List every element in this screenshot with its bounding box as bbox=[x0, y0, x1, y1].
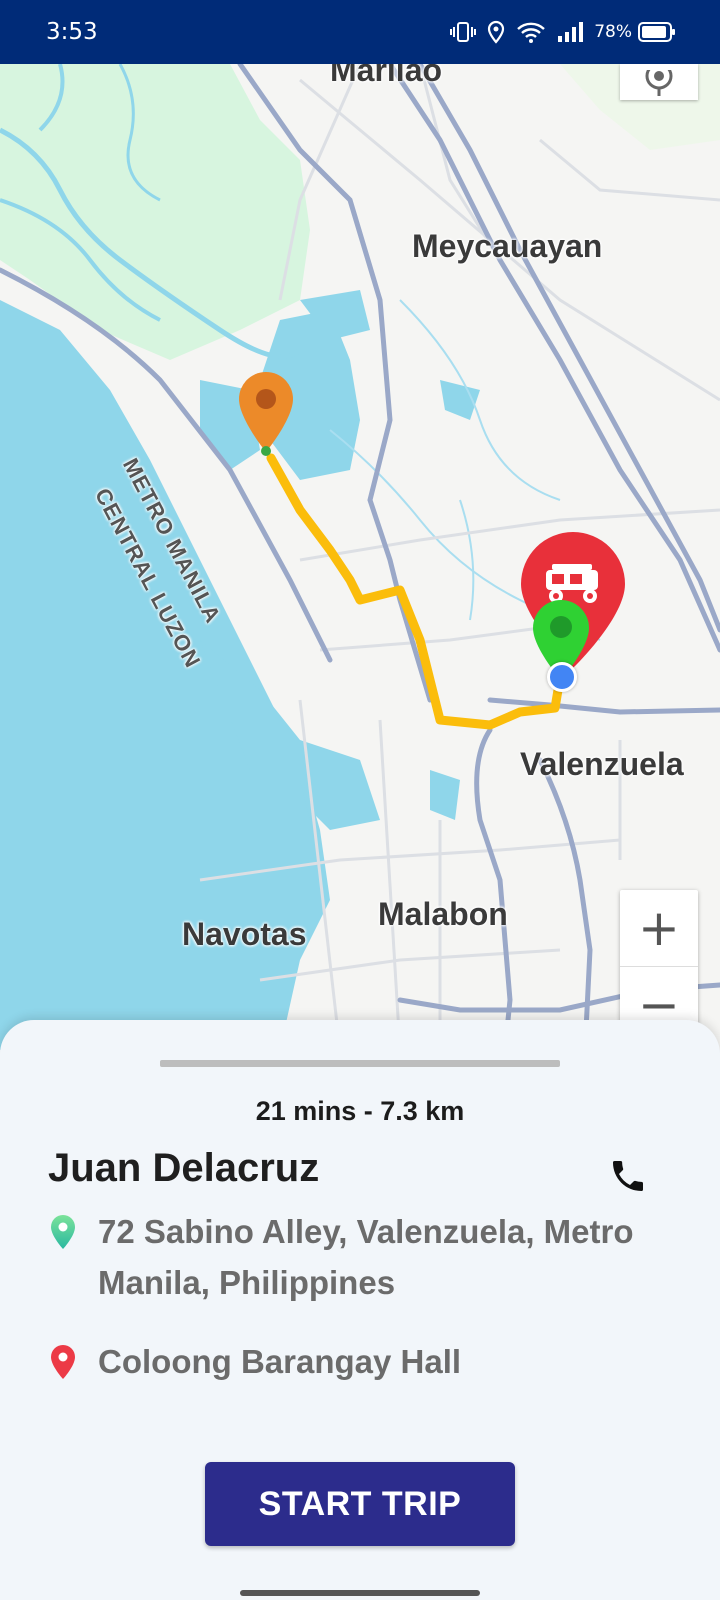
passenger-name: Juan Delacruz bbox=[48, 1146, 320, 1190]
map-label-valenzuela: Valenzuela bbox=[520, 746, 684, 782]
battery-icon bbox=[638, 22, 675, 42]
trip-eta: 21 mins - 7.3 km bbox=[255, 1096, 465, 1126]
current-location-dot bbox=[547, 662, 577, 692]
destination-address: Coloong Barangay Hall bbox=[98, 1343, 462, 1380]
status-time: 3:53 bbox=[46, 19, 98, 45]
battery-indicator: 78% bbox=[594, 21, 676, 43]
crosshair-icon bbox=[645, 70, 673, 96]
my-location-button[interactable] bbox=[620, 64, 698, 100]
map-label-navotas: Navotas bbox=[182, 916, 307, 952]
battery-percent: 78% bbox=[594, 22, 632, 42]
home-indicator[interactable] bbox=[240, 1590, 480, 1596]
start-trip-button[interactable]: START TRIP bbox=[205, 1462, 515, 1546]
map-label-malabon: Malabon bbox=[378, 896, 508, 932]
call-button[interactable] bbox=[600, 1148, 656, 1204]
pickup-address: 72 Sabino Alley, Valenzuela, Metro Manil… bbox=[98, 1213, 634, 1301]
pickup-pin-icon bbox=[51, 1215, 75, 1249]
signal-icon bbox=[558, 22, 584, 42]
destination-pin-icon bbox=[51, 1345, 75, 1379]
pickup-row: 72 Sabino Alley, Valenzuela, Metro Manil… bbox=[48, 1206, 678, 1308]
phone-icon bbox=[613, 1161, 643, 1191]
zoom-in-button[interactable]: + bbox=[620, 890, 698, 966]
vibrate-icon bbox=[450, 22, 477, 42]
destination-row: Coloong Barangay Hall bbox=[48, 1336, 678, 1387]
status-bar: 3:53 78% bbox=[0, 0, 720, 64]
destination-marker-icon[interactable] bbox=[236, 370, 296, 456]
location-icon bbox=[488, 20, 505, 44]
status-icons: 78% bbox=[450, 20, 676, 44]
sheet-drag-handle[interactable] bbox=[160, 1060, 560, 1067]
wifi-icon bbox=[517, 22, 546, 43]
map-view[interactable]: Marilao Meycauayan METRO MANILA CENTRAL … bbox=[0, 64, 720, 1050]
map-label-meycauayan: Meycauayan bbox=[412, 228, 603, 264]
map-label-marilao: Marilao bbox=[330, 64, 443, 88]
